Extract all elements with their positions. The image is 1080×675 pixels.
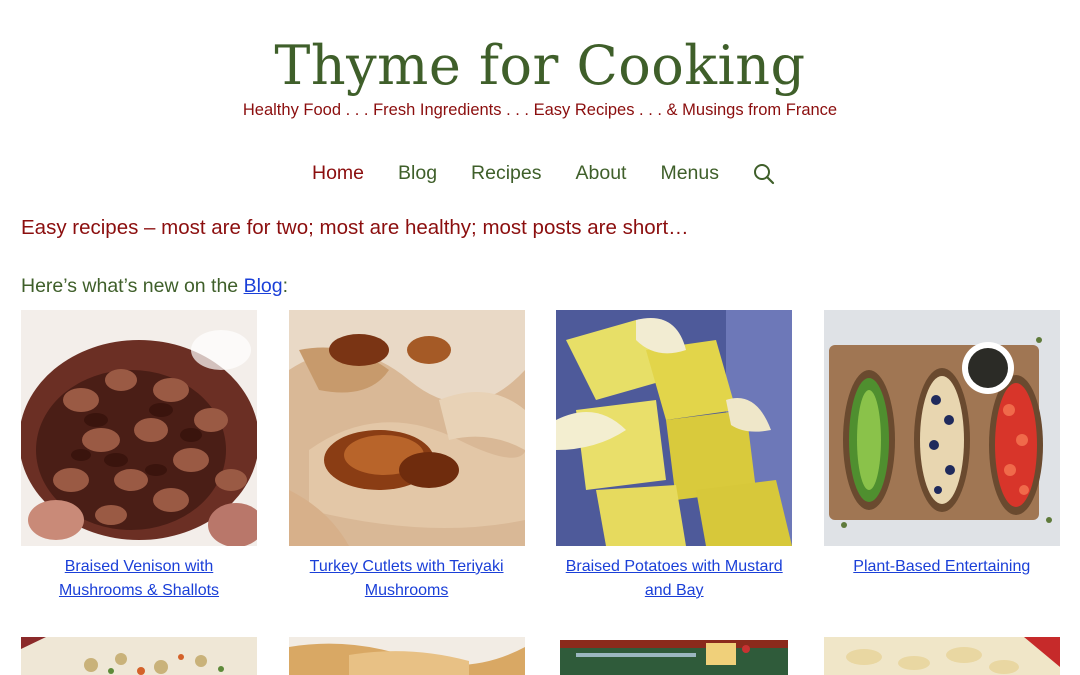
site-title[interactable]: Thyme for Cooking — [0, 34, 1080, 98]
nav-item-blog[interactable]: Blog — [381, 162, 454, 185]
post-thumbnail[interactable] — [288, 637, 525, 675]
nav-item-about[interactable]: About — [559, 162, 644, 185]
post-card: Plant-Based Entertaining — [823, 310, 1060, 603]
post-title-link[interactable]: Plant-Based Entertaining — [824, 555, 1060, 579]
post-thumbnail[interactable] — [21, 310, 257, 546]
main-nav: Home Blog Recipes About Menus — [0, 162, 1080, 185]
nav-item-home[interactable]: Home — [295, 162, 381, 185]
post-thumbnail[interactable] — [823, 310, 1060, 546]
blog-intro-line: Here’s what’s new on the Blog: — [21, 275, 288, 298]
post-card: Turkey Cutlets with Teriyaki Mushrooms — [288, 310, 525, 603]
post-thumbnail[interactable] — [823, 637, 1060, 675]
intro-text: Easy recipes – most are for two; most ar… — [21, 216, 689, 239]
nav-item-recipes[interactable]: Recipes — [454, 162, 558, 185]
post-card: Braised Potatoes with Mustard and Bay — [556, 310, 793, 603]
post-title-link[interactable]: Turkey Cutlets with Teriyaki Mushrooms — [289, 555, 525, 603]
post-title-link[interactable]: Braised Potatoes with Mustard and Bay — [556, 555, 792, 603]
post-thumbnail[interactable] — [21, 637, 257, 675]
nav-item-menus[interactable]: Menus — [643, 162, 736, 185]
post-thumbnail[interactable] — [288, 310, 525, 546]
blog-line-prefix: Here’s what’s new on the — [21, 275, 244, 297]
blog-link[interactable]: Blog — [244, 275, 283, 297]
site-tagline: Healthy Food . . . Fresh Ingredients . .… — [242, 101, 838, 119]
post-thumbnail[interactable] — [556, 310, 793, 546]
blog-line-suffix: : — [282, 275, 289, 297]
post-card: Braised Venison with Mushrooms & Shallot… — [21, 310, 257, 603]
post-thumbnail[interactable] — [556, 637, 793, 675]
post-grid: Braised Venison with Mushrooms & Shallot… — [21, 310, 1060, 603]
search-icon[interactable] — [736, 163, 785, 185]
post-title-link[interactable]: Braised Venison with Mushrooms & Shallot… — [21, 555, 257, 603]
post-grid-row-2 — [21, 637, 1060, 675]
